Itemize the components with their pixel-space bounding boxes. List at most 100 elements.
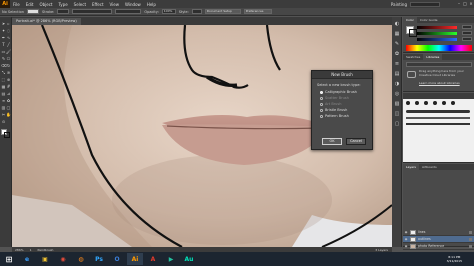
document-tab[interactable]: Portrait.ai* @ 286% (RGB/Preview) xyxy=(12,18,81,25)
stroke-icon[interactable]: ≡ xyxy=(394,61,400,67)
color-icon[interactable]: ◐ xyxy=(394,21,400,27)
graphic-styles-icon[interactable]: ▧ xyxy=(394,101,400,107)
hand-tool-icon[interactable]: ✋ xyxy=(6,112,11,117)
visibility-eye-icon[interactable]: ◉ xyxy=(404,237,408,241)
swatches-icon[interactable]: ▦ xyxy=(394,31,400,37)
brushes-icon[interactable]: ✎ xyxy=(394,41,400,47)
artboard-number[interactable]: 1 xyxy=(30,248,32,252)
brush-stroke-3[interactable] xyxy=(406,123,470,125)
symbol-sprayer-tool-icon[interactable]: ✿ xyxy=(6,98,11,103)
direct-selection-tool-icon[interactable]: ▹ xyxy=(6,21,11,26)
cancel-button[interactable]: Cancel xyxy=(346,138,366,145)
library-select[interactable] xyxy=(406,62,472,67)
red-value-field[interactable] xyxy=(462,25,472,29)
preferences-button[interactable]: Preferences xyxy=(243,9,272,14)
taskbar-icon-chrome[interactable]: ◉ xyxy=(55,253,71,265)
blue-slider[interactable] xyxy=(417,38,457,41)
ok-button[interactable]: OK xyxy=(322,138,342,145)
tab-artboards[interactable]: Artboards xyxy=(419,164,440,170)
paintbrush-tool-icon[interactable]: 🖌 xyxy=(6,49,11,54)
taskbar-icon-illustrator[interactable]: Ai xyxy=(127,253,143,265)
taskbar-icon-photoshop[interactable]: Ps xyxy=(91,253,107,265)
system-clock[interactable]: 8:11 PM 3/11/2015 xyxy=(447,255,462,263)
artboard-tool-icon[interactable]: ▢ xyxy=(6,105,11,110)
brush-stroke-2[interactable] xyxy=(406,117,470,119)
workspace-switcher[interactable]: Painting xyxy=(391,2,410,7)
layer-row-outlines[interactable]: ◉ outlines xyxy=(403,236,474,243)
green-slider[interactable] xyxy=(417,32,457,35)
brush-dot-6[interactable] xyxy=(451,101,455,105)
visibility-eye-icon[interactable]: ◉ xyxy=(404,244,408,248)
eyedropper-tool-icon[interactable]: ⊿ xyxy=(6,91,11,96)
color-spectrum[interactable] xyxy=(406,45,472,51)
layer-row-lines[interactable]: ◉ lines xyxy=(403,229,474,236)
curvature-tool-icon[interactable]: ∿ xyxy=(6,35,11,40)
taskbar-icon-acrobat[interactable]: A xyxy=(145,253,161,265)
style-swatch[interactable] xyxy=(191,9,202,14)
fill-swatch[interactable] xyxy=(27,9,40,14)
mesh-tool-icon[interactable]: # xyxy=(6,84,11,89)
layers-icon[interactable]: ◫ xyxy=(394,111,400,117)
shape-builder-tool-icon[interactable]: ⊕ xyxy=(6,77,11,82)
radio-bristle-brush[interactable]: Bristle Brush xyxy=(320,108,367,112)
brush-dot-1[interactable] xyxy=(406,101,410,105)
taskbar-icon-firefox[interactable]: ◍ xyxy=(73,253,89,265)
taskbar-icon-ie[interactable]: e xyxy=(19,253,35,265)
search-input[interactable] xyxy=(410,1,440,7)
opacity-field[interactable]: 100% xyxy=(161,9,176,14)
tab-color[interactable]: Color xyxy=(403,17,417,23)
variable-width-select[interactable] xyxy=(72,9,113,14)
width-tool-icon[interactable]: ≋ xyxy=(6,70,11,75)
layer-lock-icon[interactable] xyxy=(469,244,472,248)
tab-layers[interactable]: Layers xyxy=(403,164,419,170)
layer-target-icon[interactable] xyxy=(469,237,472,241)
close-icon[interactable]: × xyxy=(468,1,474,7)
rotate-tool-icon[interactable]: ↻ xyxy=(6,63,11,68)
taskbar-icon-explorer[interactable]: ▣ xyxy=(37,253,53,265)
brush-definition-select[interactable] xyxy=(115,9,142,14)
menu-window[interactable]: Window xyxy=(122,2,144,7)
layer-target-icon[interactable] xyxy=(469,230,472,234)
brush-stroke-1[interactable] xyxy=(406,110,470,113)
radio-calligraphic-brush[interactable]: Calligraphic Brush xyxy=(320,90,367,94)
transparency-icon[interactable]: ◑ xyxy=(394,81,400,87)
green-value-field[interactable] xyxy=(462,31,472,35)
zoom-tool-icon[interactable]: ⊙ xyxy=(1,119,6,124)
symbols-icon[interactable]: ✿ xyxy=(394,51,400,57)
red-slider[interactable] xyxy=(417,26,457,29)
menu-help[interactable]: Help xyxy=(144,2,159,7)
menu-effect[interactable]: Effect xyxy=(89,2,107,7)
learn-more-link[interactable]: Learn more about Libraries xyxy=(419,81,460,85)
stroke-swatch-icon[interactable] xyxy=(4,132,10,138)
gradient-icon[interactable]: ▤ xyxy=(394,71,400,77)
zoom-level[interactable]: 286% xyxy=(15,248,24,252)
menu-type[interactable]: Type xyxy=(55,2,70,7)
menu-select[interactable]: Select xyxy=(71,2,89,7)
menu-view[interactable]: View xyxy=(107,2,123,7)
lasso-tool-icon[interactable]: ◌ xyxy=(6,28,11,33)
brush-dot-2[interactable] xyxy=(415,101,419,105)
menu-object[interactable]: Object xyxy=(36,2,55,7)
appearance-icon[interactable]: ◎ xyxy=(394,91,400,97)
layer-row-photo-reference[interactable]: ◉ photo Reference xyxy=(403,243,474,250)
shaper-tool-icon[interactable]: ⬠ xyxy=(6,56,11,61)
line-tool-icon[interactable]: ╱ xyxy=(6,42,11,47)
tab-swatches[interactable]: Swatches xyxy=(403,54,423,60)
brush-dot-5[interactable] xyxy=(442,101,446,105)
artboards-icon[interactable]: ▢ xyxy=(394,121,400,127)
taskbar-icon-audition[interactable]: Au xyxy=(181,253,197,265)
radio-button[interactable] xyxy=(320,114,323,118)
radio-button[interactable] xyxy=(320,108,323,112)
blue-value-field[interactable] xyxy=(462,37,472,41)
tab-color-guide[interactable]: Color Guide xyxy=(417,17,441,23)
taskbar-icon-outlook[interactable]: O xyxy=(109,253,125,265)
stroke-weight-field[interactable] xyxy=(57,9,70,14)
brush-dot-4[interactable] xyxy=(433,101,437,105)
tab-libraries[interactable]: Libraries xyxy=(423,54,443,60)
menu-file[interactable]: File xyxy=(10,2,23,7)
radio-button-selected[interactable] xyxy=(320,90,323,94)
visibility-eye-icon[interactable]: ◉ xyxy=(404,230,408,234)
brush-dot-3[interactable] xyxy=(424,101,428,105)
document-setup-button[interactable]: Document Setup xyxy=(204,9,241,14)
start-button-icon[interactable]: ⊞ xyxy=(1,253,17,265)
